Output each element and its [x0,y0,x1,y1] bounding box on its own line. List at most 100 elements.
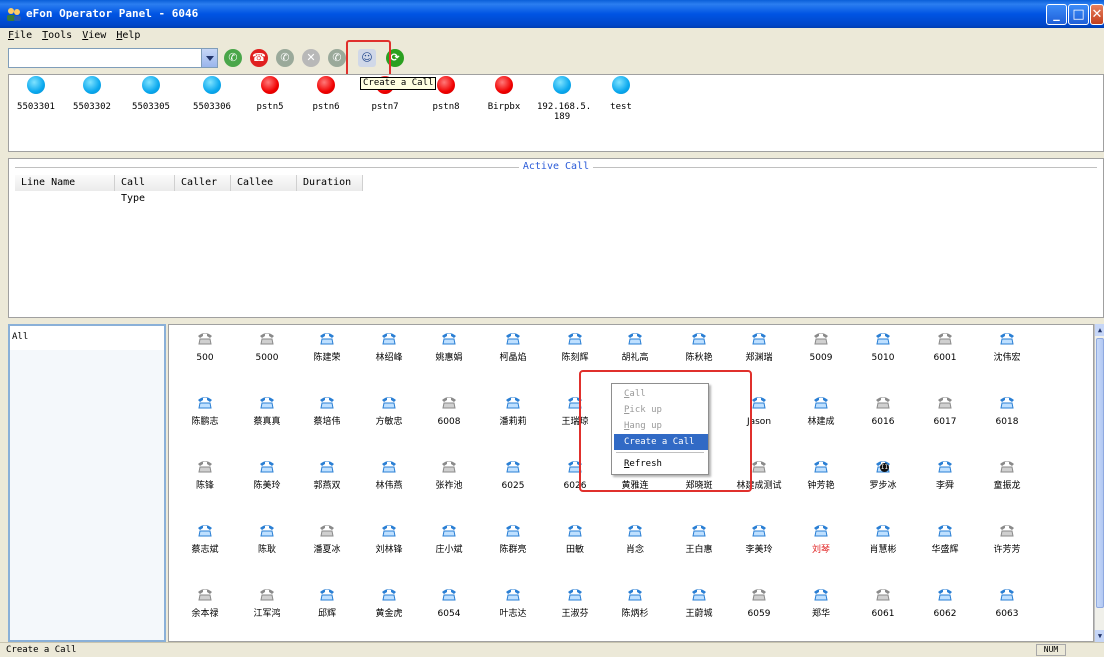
extension-item[interactable]: 邱辉 [295,587,359,619]
extension-item[interactable]: 6059 [727,587,791,619]
extension-item[interactable]: 陈秋艳 [667,331,731,363]
extension-item[interactable]: 叶志达 [481,587,545,619]
pickup-icon[interactable]: ✆ [328,49,346,67]
extension-item[interactable]: 王白惠 [667,523,731,555]
extension-item[interactable]: 余本禄 [173,587,237,619]
line-item[interactable]: 5503302 [67,75,117,112]
extension-item[interactable]: 林绍峰 [357,331,421,363]
extension-item[interactable]: 6016 [851,395,915,427]
extension-item[interactable]: 肖慧彬 [851,523,915,555]
line-item[interactable]: pstn6 [301,75,351,112]
extension-item[interactable]: 庄小斌 [417,523,481,555]
extension-item[interactable]: 陈炳杉 [603,587,667,619]
extension-item[interactable]: 陈美玲 [235,459,299,491]
extension-item[interactable]: 5010 [851,331,915,363]
menu-item-1[interactable]: Tools [42,30,72,46]
extension-item[interactable]: 林伟燕 [357,459,421,491]
close-button[interactable]: ✕ [1090,4,1104,25]
menu-item-3[interactable]: Help [116,30,140,46]
menu-item-2[interactable]: View [82,30,106,46]
extension-item[interactable]: 陈刻辉 [543,331,607,363]
maximize-button[interactable]: □ [1068,4,1089,25]
extension-item[interactable]: 刘林锋 [357,523,421,555]
combo-dropdown-icon[interactable] [201,49,217,67]
extension-item[interactable]: 陈群亮 [481,523,545,555]
extension-item[interactable]: 童振龙 [975,459,1039,491]
phone-call-icon[interactable]: ✆ [224,49,242,67]
extension-item[interactable]: 胡礼高 [603,331,667,363]
extension-item[interactable]: 王淑芬 [543,587,607,619]
column-header[interactable]: Duration [297,175,363,191]
extension-item[interactable]: 田敏 [543,523,607,555]
menu-item-0[interactable]: File [8,30,32,46]
column-header[interactable]: Caller [175,175,231,191]
extension-item[interactable]: 刘琴 [789,523,853,555]
line-item[interactable]: pstn5 [245,75,295,112]
extension-item[interactable]: 许芳芳 [975,523,1039,555]
extension-item[interactable]: 6018 [975,395,1039,427]
extension-item[interactable]: 陈建荣 [295,331,359,363]
extension-item[interactable]: 500 [173,331,237,363]
scroll-thumb[interactable] [1096,338,1104,608]
extension-item[interactable]: 蔡志斌 [173,523,237,555]
group-item-all[interactable]: All [12,332,28,342]
extension-item[interactable]: 黄金虎 [357,587,421,619]
extension-item[interactable]: 林建成 [789,395,853,427]
title-bar[interactable]: eFon Operator Panel - 6046 _ □ ✕ [0,0,1104,28]
extension-item[interactable]: II 罗步冰 [851,459,915,491]
extension-item[interactable]: 6025 [481,459,545,491]
scroll-up-icon[interactable]: ▲ [1095,324,1104,336]
column-header[interactable]: Callee [231,175,297,191]
extension-item[interactable]: 潘莉莉 [481,395,545,427]
extension-item[interactable]: 6054 [417,587,481,619]
extension-item[interactable]: 柯晶焰 [481,331,545,363]
cancel-icon[interactable]: ✕ [302,49,320,67]
extension-item[interactable]: 姚惠娟 [417,331,481,363]
column-header[interactable]: Call Type [115,175,175,204]
extension-item[interactable]: 郭燕双 [295,459,359,491]
extension-item[interactable]: 江军鸿 [235,587,299,619]
extension-item[interactable]: 6061 [851,587,915,619]
minimize-button[interactable]: _ [1046,4,1067,25]
extension-item[interactable]: 李美玲 [727,523,791,555]
extension-item[interactable]: 郑华 [789,587,853,619]
extension-item[interactable]: 华盛辉 [913,523,977,555]
line-item[interactable]: 5503306 [187,75,237,112]
extension-item[interactable]: 6063 [975,587,1039,619]
line-item[interactable]: 192.168.5. 189 [537,75,591,122]
extension-item[interactable]: 6001 [913,331,977,363]
scroll-down-icon[interactable]: ▼ [1095,630,1104,642]
extension-item[interactable]: 陈耿 [235,523,299,555]
extension-item[interactable]: 6017 [913,395,977,427]
extension-combo[interactable] [8,48,218,68]
context-menu-item[interactable]: Create a Call [614,434,708,450]
phone-offline-icon [875,395,891,409]
extension-item[interactable]: 5000 [235,331,299,363]
extension-item[interactable]: 沈伟宏 [975,331,1039,363]
extensions-scrollbar[interactable]: ▲ ▼ [1094,324,1104,642]
context-menu-item[interactable]: Refresh [614,456,708,472]
column-header[interactable]: Line Name [15,175,115,191]
extension-item[interactable]: 6062 [913,587,977,619]
extension-item[interactable]: 6008 [417,395,481,427]
extension-item[interactable]: 王蔚城 [667,587,731,619]
extension-item[interactable]: 肖念 [603,523,667,555]
extension-item[interactable]: 张祚池 [417,459,481,491]
extension-item[interactable]: 潘夏冰 [295,523,359,555]
app-window: eFon Operator Panel - 6046 _ □ ✕ File Too… [0,0,1104,657]
extension-item[interactable]: 陈鹏志 [173,395,237,427]
extension-item[interactable]: 钟芳艳 [789,459,853,491]
line-item[interactable]: test [596,75,646,112]
extension-item[interactable]: 郑渊瑞 [727,331,791,363]
extension-item[interactable]: 蔡真真 [235,395,299,427]
line-item[interactable]: Birpbx [479,75,529,112]
hang-up-icon[interactable]: ☎ [250,49,268,67]
extension-item[interactable]: 陈锋 [173,459,237,491]
extension-item[interactable]: 蔡培伟 [295,395,359,427]
line-item[interactable]: 5503305 [126,75,176,112]
line-item[interactable]: 5503301 [11,75,61,112]
extension-item[interactable]: 5009 [789,331,853,363]
extension-item[interactable]: 方敏忠 [357,395,421,427]
transfer-icon[interactable]: ✆ [276,49,294,67]
extension-item[interactable]: 李舜 [913,459,977,491]
